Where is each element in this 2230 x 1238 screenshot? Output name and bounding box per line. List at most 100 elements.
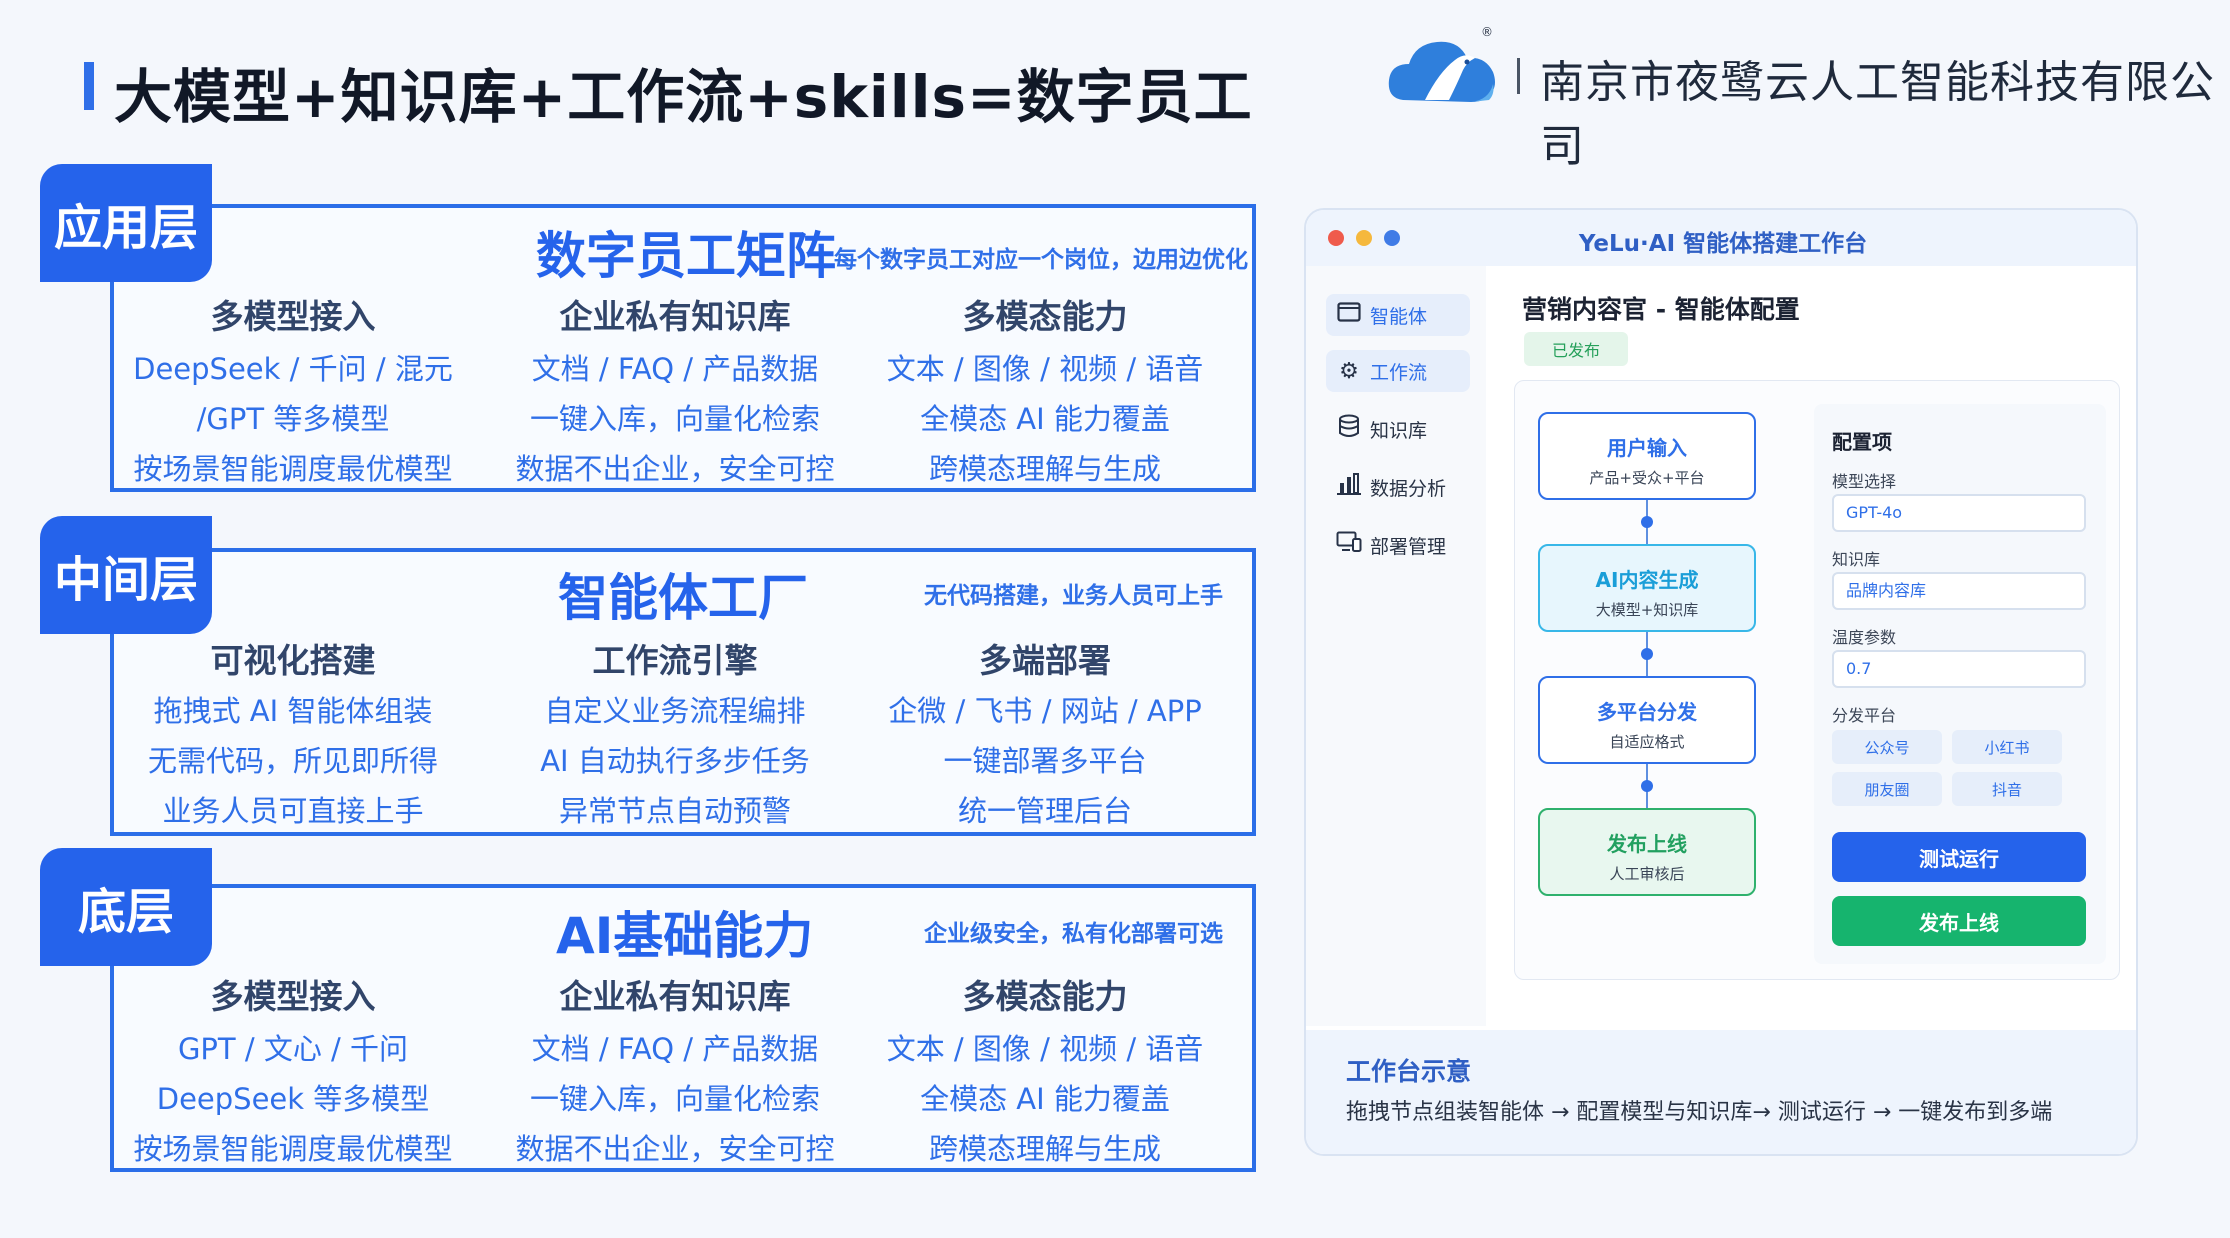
layer-tag-middle: 中间层 [40,516,212,634]
devices-icon [1334,531,1364,559]
publish-button[interactable]: 发布上线 [1832,896,2086,946]
column-line: 按场景智能调度最优模型 [133,452,453,486]
flow-node-desc: 人工审核后 [1609,865,1685,883]
model-select-label: 模型选择 [1832,472,1897,491]
layer-subtitle-application: 每个数字员工对应一个岗位，边用边优化 [834,247,1248,273]
page-title: 大模型+知识库+工作流+skills=数字员工 [114,63,1253,131]
sidebar-item-label: 工作流 [1370,361,1428,384]
flow-node-title: 多平台分发 [1597,700,1697,724]
sidebar-item-analytics[interactable]: 数据分析 [1326,466,1470,508]
platform-label: 分发平台 [1832,706,1897,725]
platform-chip-wechat-official[interactable]: 公众号 [1832,730,1942,764]
column-line: 按场景智能调度最优模型 [133,1132,453,1166]
flow-connector-dot [1641,780,1653,792]
temperature-input[interactable]: 0.7 [1832,650,2086,688]
sidebar-item-deployment[interactable]: 部署管理 [1326,524,1470,566]
column-heading: 企业私有知识库 [559,297,791,336]
layer-title-base: AI基础能力 [556,907,814,965]
agent-config-title: 营销内容官 - 智能体配置 [1522,295,1800,324]
knowledge-base-select[interactable]: 品牌内容库 [1832,572,2086,610]
flow-node-publish[interactable]: 发布上线 人工审核后 [1538,808,1756,896]
layer-tag-application: 应用层 [40,164,212,282]
column-line: 文档 / FAQ / 产品数据 [531,352,819,386]
window-title: YeLu·AI 智能体搭建工作台 [1578,231,1868,257]
column-heading: 多模型接入 [210,297,376,336]
column-line: 异常节点自动预警 [558,794,791,828]
caption-heading: 工作台示意 [1346,1057,1472,1086]
sidebar-item-label: 智能体 [1370,305,1428,328]
layer-title-middle: 智能体工厂 [558,569,808,627]
config-heading: 配置项 [1832,430,1892,454]
column-line: 一键入库，向量化检索 [529,402,820,436]
column-heading: 企业私有知识库 [559,977,791,1016]
logo-separator [1517,58,1520,94]
column-heading: 多模态能力 [962,297,1128,336]
column-line: 一键入库，向量化检索 [529,1082,820,1116]
flow-node-desc: 大模型+知识库 [1595,601,1699,619]
layer-subtitle-middle: 无代码搭建，业务人员可上手 [924,583,1223,609]
column-heading: 工作流引擎 [592,641,758,680]
status-badge: 已发布 [1524,332,1628,366]
column-line: 无需代码，所见即所得 [147,744,438,778]
flow-node-title: 用户输入 [1607,436,1687,460]
column-line: DeepSeek 等多模型 [156,1082,430,1116]
sidebar-item-label: 知识库 [1370,419,1428,442]
column-line: 全模态 AI 能力覆盖 [920,402,1170,436]
column-line: 文档 / FAQ / 产品数据 [531,1032,819,1066]
column-line: 企微 / 飞书 / 网站 / APP [888,694,1202,728]
test-run-button[interactable]: 测试运行 [1832,832,2086,882]
layer-subtitle-base: 企业级安全，私有化部署可选 [924,921,1223,947]
column-line: 文本 / 图像 / 视频 / 语音 [886,352,1204,386]
platform-chip-douyin[interactable]: 抖音 [1952,772,2062,806]
column-line: 一键部署多平台 [943,744,1147,778]
column-line: 全模态 AI 能力覆盖 [920,1082,1170,1116]
company-name: 南京市夜鹭云人工智能科技有限公司 [1540,57,2215,172]
column-line: GPT / 文心 / 千问 [177,1032,409,1066]
gear-icon: ⚙ [1339,358,1359,384]
column-line: 跨模态理解与生成 [928,1132,1161,1166]
column-heading: 可视化搭建 [210,641,376,680]
flow-node-title: AI内容生成 [1595,568,1699,592]
flow-node-desc: 自适应格式 [1609,733,1685,751]
sidebar-item-knowledge-base[interactable]: 知识库 [1326,408,1470,450]
column-heading: 多模态能力 [962,977,1128,1016]
flow-connector-dot [1641,516,1653,528]
agent-window-icon [1334,302,1364,328]
flow-node-distribute[interactable]: 多平台分发 自适应格式 [1538,676,1756,764]
layer-title-application: 数字员工矩阵 [536,227,836,285]
bar-chart-icon [1334,473,1364,501]
sidebar-item-label: 部署管理 [1370,535,1447,558]
layer-tag-base: 底层 [40,848,212,966]
sidebar-item-label: 数据分析 [1370,477,1447,500]
column-line: 数据不出企业，安全可控 [515,452,835,486]
column-line: 自定义业务流程编排 [544,694,806,728]
knowledge-base-label: 知识库 [1832,550,1881,569]
sidebar-item-agent[interactable]: 智能体 [1326,294,1470,336]
flow-node-desc: 产品+受众+平台 [1589,469,1705,487]
svg-text:®: ® [1481,25,1493,39]
column-line: AI 自动执行多步任务 [540,744,810,778]
column-line: 数据不出企业，安全可控 [515,1132,835,1166]
column-line: 文本 / 图像 / 视频 / 语音 [886,1032,1204,1066]
column-line: 拖拽式 AI 智能体组装 [153,694,433,728]
cloud-heron-logo-icon: ® [1388,25,1495,102]
column-line: 业务人员可直接上手 [162,794,424,828]
flow-connector-dot [1641,648,1653,660]
database-icon [1334,414,1364,444]
workbench-window: YeLu·AI 智能体搭建工作台 智能体 ⚙ 工作流 知识库 数据分析 部署管理… [1304,208,2138,1156]
flow-node-ai-generate[interactable]: AI内容生成 大模型+知识库 [1538,544,1756,632]
flow-node-title: 发布上线 [1607,832,1687,856]
model-select[interactable]: GPT-4o [1832,494,2086,532]
title-accent-bar [84,62,94,110]
column-line: 跨模态理解与生成 [928,452,1161,486]
caption-text: 拖拽节点组装智能体 → 配置模型与知识库→ 测试运行 → 一键发布到多端 [1346,1100,2053,1125]
flow-node-user-input[interactable]: 用户输入 产品+受众+平台 [1538,412,1756,500]
column-line: /GPT 等多模型 [196,402,390,436]
column-line: DeepSeek / 千问 / 混元 [133,352,453,386]
workbench-caption [1306,1030,2136,1154]
platform-chip-xiaohongshu[interactable]: 小红书 [1952,730,2062,764]
platform-chip-moments[interactable]: 朋友圈 [1832,772,1942,806]
column-heading: 多模型接入 [210,977,376,1016]
sidebar-item-workflow[interactable]: ⚙ 工作流 [1326,350,1470,392]
temperature-label: 温度参数 [1832,628,1897,647]
